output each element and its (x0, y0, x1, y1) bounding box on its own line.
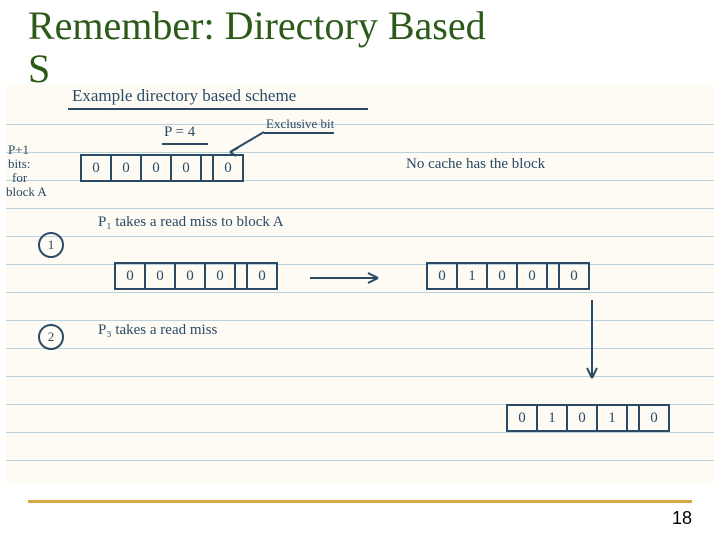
footer-divider (28, 500, 692, 503)
p-underline (162, 143, 208, 145)
paper-rule (6, 264, 714, 265)
paper-rule (6, 292, 714, 293)
step-num: 2 (48, 329, 55, 344)
bit-gap (548, 264, 560, 288)
step2-text: P₃ takes a read miss (98, 322, 217, 339)
bit-cell: 0 (176, 264, 206, 288)
bits-step1-before: 0 0 0 0 0 (114, 262, 278, 290)
bits-initial: 0 0 0 0 0 (80, 154, 244, 182)
paper-rule (6, 320, 714, 321)
handwritten-notes: Example directory based scheme P = 4 Exc… (6, 84, 714, 484)
bit-cell: 0 (82, 156, 112, 180)
paper-rule (6, 208, 714, 209)
bit-cell: 0 (640, 406, 668, 430)
bit-gap (202, 156, 214, 180)
bit-cell: 0 (206, 264, 236, 288)
slide: Remember: Directory Based S Example dire… (0, 0, 720, 540)
bit-cell: 1 (458, 264, 488, 288)
p-equals-4: P = 4 (164, 124, 195, 141)
paper-rule (6, 432, 714, 433)
bits-step1-after: 0 1 0 0 0 (426, 262, 590, 290)
paper-rule (6, 376, 714, 377)
bit-cell: 0 (172, 156, 202, 180)
bit-cell: 1 (538, 406, 568, 430)
bit-cell: 0 (146, 264, 176, 288)
step-circle-1: 1 (38, 232, 64, 258)
bit-cell: 0 (142, 156, 172, 180)
bit-cell: 0 (508, 406, 538, 430)
slide-title: Remember: Directory Based S (28, 4, 486, 90)
arrow-right-icon (306, 270, 386, 286)
step-circle-2: 2 (38, 324, 64, 350)
heading-underline (68, 108, 368, 110)
paper-rule (6, 124, 714, 125)
bit-cell: 0 (488, 264, 518, 288)
bit-cell: 0 (518, 264, 548, 288)
bit-cell: 0 (116, 264, 146, 288)
exclusive-bit-label: Exclusive bit (266, 116, 334, 132)
paper-rule (6, 152, 714, 153)
bit-cell: 0 (214, 156, 242, 180)
step-num: 1 (48, 237, 55, 252)
paper-rule (6, 348, 714, 349)
step1-text: P₁ takes a read miss to block A (98, 214, 284, 231)
paper-rule (6, 236, 714, 237)
bit-cell: 0 (568, 406, 598, 430)
bit-cell: 0 (112, 156, 142, 180)
bit-gap (236, 264, 248, 288)
bit-cell: 0 (248, 264, 276, 288)
bit-gap (628, 406, 640, 430)
bit-cell: 0 (428, 264, 458, 288)
no-cache-text: No cache has the block (406, 156, 545, 173)
bit-cell: 0 (560, 264, 588, 288)
paper-rule (6, 460, 714, 461)
notes-heading: Example directory based scheme (72, 86, 296, 106)
exclbit-underline (264, 132, 334, 134)
bits-step2-after: 0 1 0 1 0 (506, 404, 670, 432)
page-number: 18 (672, 508, 692, 529)
title-line-1: Remember: Directory Based (28, 3, 486, 48)
arrow-down-icon (582, 296, 602, 386)
side-label: block A (6, 184, 47, 200)
bit-cell: 1 (598, 406, 628, 430)
